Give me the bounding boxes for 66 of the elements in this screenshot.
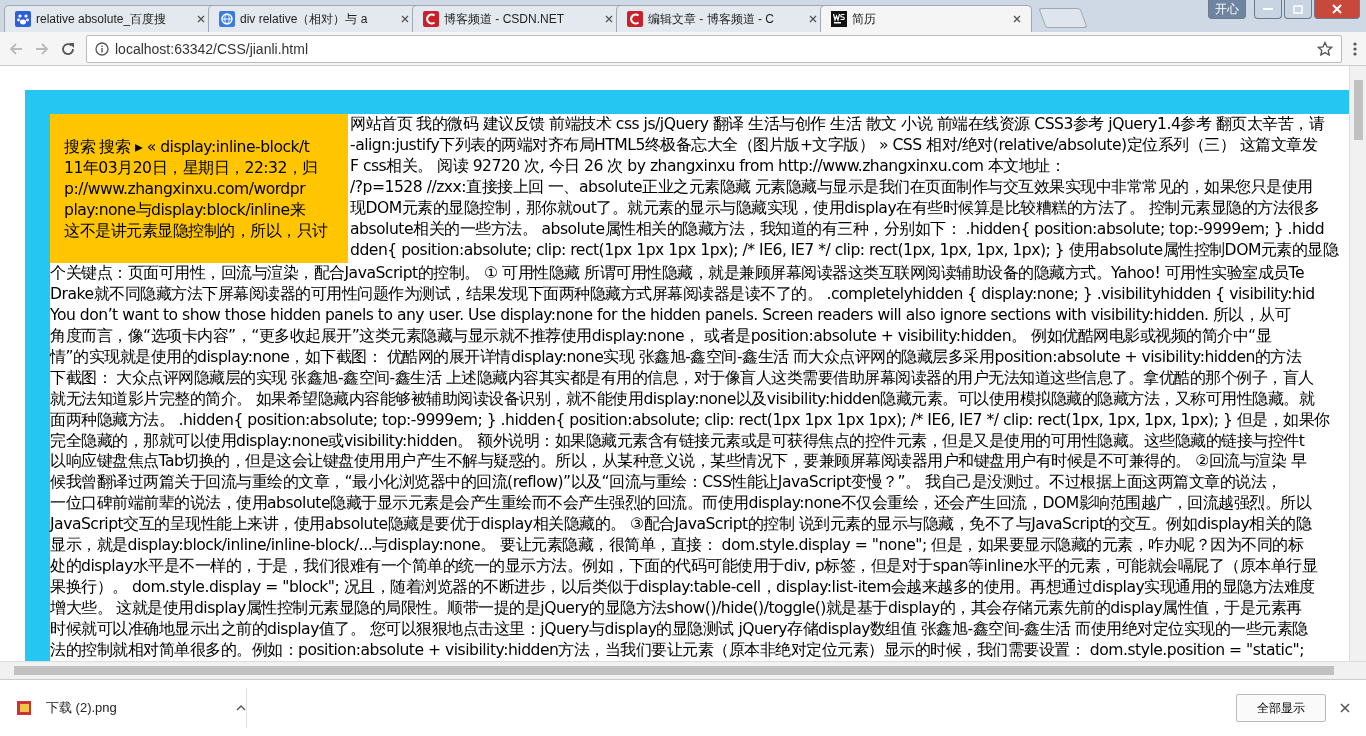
close-icon[interactable] <box>1340 703 1350 713</box>
text-line: 个关键点：页面可用性，回流与渲染，配合JavaScript的控制。 ① 可用性隐藏 所谓可用性隐藏，就是兼顾屏幕阅读器这类互联网阅读辅助设备的隐藏方式。Yahoo! 可用性实验室成员Te <box>50 263 1306 284</box>
text-line: 一位口碑前端前辈的说法，使用absolute隐藏于显示元素是会产生重绘而不会产生强烈的回流。而使用display:none不仅会重绘，还会产生回流，DOM影响范围越广，回流越强烈。所以 <box>50 493 1313 515</box>
text-line: 处的display水平是不一样的，于是，我们很难有一个简单的统一的显示方法。例如，下面的代码可能使用于div, p标签，但是对于span等inline水平的元素，可能就会嗝屁了（原本单行显 <box>50 556 1319 578</box>
close-button[interactable] <box>1314 0 1360 19</box>
show-all-button[interactable]: 全部显示 <box>1236 694 1326 722</box>
close-icon <box>1332 4 1342 14</box>
maximize-icon <box>1293 4 1303 14</box>
text-line: 网站首页 我的微码 建议反馈 前端技术 css js/jQuery 翻译 生活与创作 生活 散文 小说 前端在线资源 CSS3参考 jQuery1.4参考 翻页太辛苦，请 <box>350 114 1326 135</box>
download-file-name[interactable]: 下载 (2).png <box>46 699 222 717</box>
image-file-icon <box>16 700 32 716</box>
close-icon[interactable] <box>809 15 817 23</box>
info-icon <box>95 41 109 56</box>
text-line: 显示，就是display:block/inline/inline-block/...与display:none。 要让元素隐藏，很简单，直接： dom.style.display = "none"; 但是，如果要显示隐藏的元素，咋办呢？因为不同的标 <box>50 535 1305 557</box>
tab-title: 编辑文章 - 博客频道 - C <box>648 10 775 28</box>
tab-title: 博客频道 - CSDN.NET <box>444 10 565 28</box>
text-line: 就无法知道影片完整的简介。 如果希望隐藏内容能够被辅助阅读设备识别，就不能使用display:none以及visibility:hidden隐藏元素。可以使用模拟隐藏的隐藏方法，又称可用性隐藏。就 <box>50 388 1316 410</box>
globe-icon <box>219 11 235 27</box>
close-icon[interactable] <box>1013 15 1021 23</box>
text-line: 角度而言，像“选项卡内容”，“更多收起展开”这类元素隐藏与显示就不推荐使用display:none， 或者是position:absolute + visibility:hidden。 例如优酷网电影或视频的简介中“显 <box>50 325 1273 347</box>
paw-icon <box>15 11 31 27</box>
tab-title: div relative（相对）与 a <box>240 10 369 28</box>
text-line: You don’t want to show those hidden panels to any user. Use display:none for the hidden panels. Screen readers will also ignore sections with visibility:hidden. 所以，从可 <box>50 304 1292 326</box>
text-line: 法的控制就相对简单很多的。例如：position:absolute + visibility:hidden方法，当我们要让元素（原本非绝对定位元素）显示的时候，我们需要设置： dom.style.position = "static"; <box>50 639 1305 661</box>
text-line: JavaScript交互的呈现性能上来讲，使用absolute隐藏是要优于display相关隐藏的。 ③配合JavaScript的控制 说到元素的显示与隐藏，免不了与JavaScript的交互。例如display相关的隐 <box>50 514 1313 536</box>
minimize-icon <box>1263 7 1273 11</box>
caret-icon[interactable] <box>236 705 246 711</box>
text-line: 时候就可以准确地显示出之前的display值了。 您可以狠狠地点击这里：jQuery与display的显隐测试 jQuery存储display数组值 张鑫旭-鑫空间-鑫生活 而使用绝对定位实现的一些元素隐 <box>50 618 1309 640</box>
text-line: -align:justify下列表的两端对齐布局HTML5终极备忘大全（图片版+文字版） » CSS 相对/绝对(relative/absolute)定位系列（三） 这篇文章发 <box>350 134 1319 156</box>
tab-title: relative absolute_百度搜 <box>36 10 168 28</box>
text-line: p://www.zhangxinxu.com/wordpr <box>63 178 307 200</box>
text-line: 下截图： 大众点评网隐藏层的实现 张鑫旭-鑫空间-鑫生活 上述隐藏内容其实都是有用的信息，对于像盲人这类需要借助屏幕阅读器的用户无法知道这些信息了。拿优酷的那个例子，盲人 <box>50 367 1315 389</box>
text-line: 面两种隐藏方法。 .hidden{ position:absolute; top:-9999em; } .hidden{ position:absolute; clip: rect(1px 1px 1px 1px); /* IE6, IE7 */ clip: rect(1px, 1px, 1px, 1px); } 但是，如果你 <box>50 409 1331 431</box>
c-logo-icon <box>423 11 439 27</box>
address-bar[interactable]: localhost:63342/CSS/jianli.html <box>86 34 1342 63</box>
text-line: 以响应键盘焦点Tab切换的，但是这会让键盘使用用户产生不解与疑惑的。所以，从某种意义说，某些情况下，要兼顾屏幕阅读器用户和键盘用户有时候是不可兼得的。 ②回流与渲染 早 <box>50 451 1308 473</box>
window-badge: 开心 <box>1208 0 1246 19</box>
close-icon[interactable] <box>401 15 409 23</box>
text-line: 果换行）。 dom.style.display = "block"; 况且，随着浏览器的不断进步，以后类似于display:table-cell，display:list-item会越来越多的使用。再想通过display实现通用的显隐方法难度 <box>50 577 1316 598</box>
text-line: 这不是讲元素显隐控制的，所以，只讨 <box>63 220 329 242</box>
text-line: /?p=1528 //zxx:直接接上回 一、absolute正业之元素隐藏 元素隐藏与显示是我们在页面制作与交互效果实现中非常常见的，如果您只是使用 <box>350 176 1314 198</box>
minimize-button[interactable] <box>1254 0 1282 19</box>
star-icon[interactable] <box>1317 40 1333 57</box>
text-line: play:none与display:block/inline来 <box>63 199 307 221</box>
reload-icon[interactable] <box>60 40 76 57</box>
horizontal-scrollbar[interactable] <box>0 661 1366 679</box>
text-line: 情”的实现就是使用的display:none，如下截图： 优酷网的展开详情display:none实现 张鑫旭-鑫空间-鑫生活 而大众点评网的隐藏层多采用position:absolute + visibility:hidden的方法 <box>50 346 1303 368</box>
text-line: 现DOM元素的显隐控制，那你就out了。就元素的显示与隐藏实现，使用display在有些时候算是比较糟糕的方法了。 控制元素显隐的方法很多 <box>350 197 1321 219</box>
text-line: 11年03月20日，星期日，22:32，归 <box>63 157 319 179</box>
ws-logo-icon <box>831 11 847 27</box>
browser-tab[interactable]: 简历 <box>820 5 1032 32</box>
vertical-scrollbar[interactable] <box>1349 66 1366 661</box>
close-icon[interactable] <box>605 15 613 23</box>
text-line: 候我曾翻译过两篇关于回流与重绘的文章，“最小化浏览器中的回流(reflow)”以及“回流与重绘：CSS性能让JavaScript变慢？”。 我自己是没测过。不过根据上面这两篇文章的说法， <box>50 472 1283 494</box>
c-logo-icon <box>627 11 643 27</box>
text-line: 增大些。 这就是使用display属性控制元素显隐的局限性。顺带一提的是jQuery的显隐方法show()/hide()/toggle()就是基于display的，其会存储元素先前的display属性值，于是元素再 <box>50 598 1303 619</box>
close-icon[interactable] <box>197 15 205 23</box>
text-line: F css相关。 阅读 92720 次, 今日 26 次 by zhangxinxu from http://www.zhangxinxu.com 本文地址： <box>350 155 1067 177</box>
text-line: dden{ position:absolute; clip: rect(1px 1px 1px 1px); /* IE6, IE7 */ clip: rect(1px, 1px, 1px, 1px); } 使用absolute属性控制DOM元素的显隐 <box>350 239 1339 261</box>
text-line: absolute相关的一些方法。 absolute属性相关的隐藏方法，我知道的有三种，分别如下： .hidden{ position:absolute; top:-9999em; } .hidd <box>350 218 1326 240</box>
menu-icon[interactable] <box>1352 40 1358 57</box>
text-line: 搜索 搜索 ▸ « display:inline-block/t <box>63 137 311 158</box>
maximize-button[interactable] <box>1284 0 1312 19</box>
tab-title: 简历 <box>852 10 877 28</box>
text-line: 完全隐藏的，那就可以使用display:none或visibility:hidden。 额外说明：如果隐藏元素含有链接元素或是可获得焦点的控件元素，但是又是使用的可用性隐藏。这些隐藏的链接与控件t <box>50 430 1306 452</box>
text-line: Drake就不同隐藏方法下屏幕阅读器的可用性问题作为测试，结果发现下面两种隐藏方式屏幕阅读器是读不了的。 .completelyhidden { display:none; } .visibilityhidden { visibility:hid <box>50 283 1316 305</box>
